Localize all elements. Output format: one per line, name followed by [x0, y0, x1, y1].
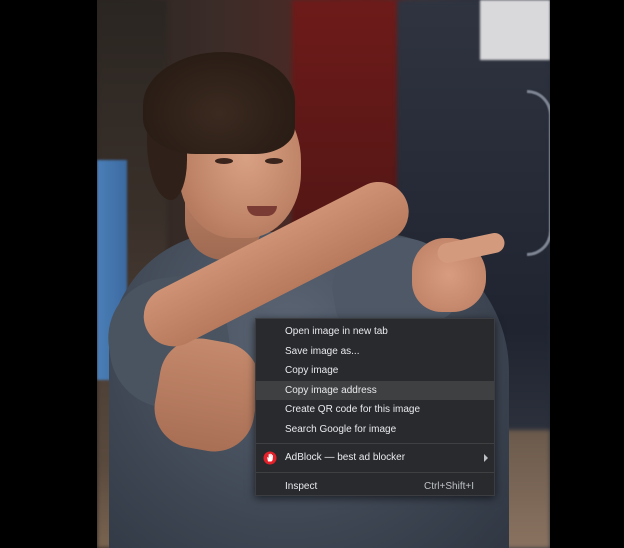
photo-background-cable [527, 90, 550, 256]
menu-item-label: AdBlock — best ad blocker [285, 452, 406, 463]
menu-item-label: Copy image [285, 365, 339, 376]
photo-person-eye [215, 158, 233, 164]
menu-item-adblock[interactable]: AdBlock — best ad blocker [256, 448, 494, 468]
menu-item-label: Inspect [285, 480, 318, 492]
menu-item-save-image-as[interactable]: Save image as... [256, 342, 494, 362]
menu-item-search-google-image[interactable]: Search Google for image [256, 420, 494, 440]
menu-separator [256, 471, 494, 473]
browser-viewport: Open image in new tab Save image as... C… [0, 0, 624, 548]
keyboard-shortcut: Ctrl+Shift+I [423, 480, 474, 492]
menu-item-label: Search Google for image [285, 423, 397, 435]
image-context-menu: Open image in new tab Save image as... C… [255, 318, 495, 496]
menu-item-label: Create QR code for this image [285, 404, 421, 415]
adblock-hand-icon [263, 451, 277, 465]
menu-item-inspect[interactable]: Inspect Ctrl+Shift+I [256, 477, 494, 497]
menu-item-open-image-new-tab[interactable]: Open image in new tab [256, 322, 494, 342]
chevron-right-icon [484, 454, 488, 462]
menu-item-label: Copy image address [285, 384, 377, 396]
photo-background-sign [480, 0, 550, 60]
photo-person-eye [265, 158, 283, 164]
menu-separator [256, 443, 494, 444]
menu-item-label: Open image in new tab [285, 326, 388, 337]
menu-item-copy-image[interactable]: Copy image [256, 361, 494, 381]
menu-item-label: Save image as... [285, 345, 360, 357]
menu-item-create-qr-code[interactable]: Create QR code for this image [256, 400, 494, 420]
photo-person-hair [143, 52, 295, 154]
menu-item-copy-image-address[interactable]: Copy image address [256, 380, 494, 400]
